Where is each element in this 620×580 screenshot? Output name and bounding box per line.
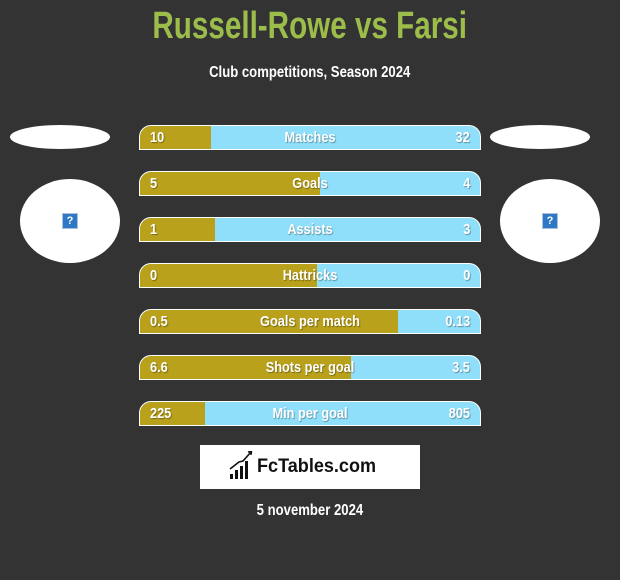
left-value: 1	[150, 221, 158, 238]
left-value: 225	[150, 405, 172, 422]
stat-label: Matches	[284, 129, 336, 146]
title-text: Russell-Rowe vs Farsi	[152, 5, 468, 47]
right-value: 32	[455, 129, 470, 146]
right-player-photo: ?	[500, 179, 600, 263]
stat-row-goals-per-match: 0.5 Goals per match 0.13	[139, 309, 481, 334]
bar-chart-growth-icon	[229, 451, 253, 479]
stat-row-hattricks: 0 Hattricks 0	[139, 263, 481, 288]
left-value: 0.5	[150, 313, 168, 330]
right-value: 4	[462, 175, 470, 192]
left-value: 10	[150, 129, 165, 146]
left-value: 6.6	[150, 359, 168, 376]
left-player-name-badge	[10, 125, 110, 149]
stat-label: Goals	[292, 175, 328, 192]
missing-image-icon: ?	[542, 213, 558, 229]
right-value: 3	[462, 221, 470, 238]
stat-label: Assists	[287, 221, 333, 238]
fctables-logo-link[interactable]: FcTables.com	[200, 445, 420, 489]
left-value: 0	[150, 267, 158, 284]
page-title: Russell-Rowe vs Farsi	[0, 4, 620, 48]
stat-label: Shots per goal	[265, 359, 355, 376]
stat-row-assists: 1 Assists 3	[139, 217, 481, 242]
stat-row-matches: 10 Matches 32	[139, 125, 481, 150]
stat-row-goals: 5 Goals 4	[139, 171, 481, 196]
right-value: 3.5	[452, 359, 470, 376]
stat-label: Hattricks	[282, 267, 338, 284]
right-value: 0.13	[445, 313, 470, 330]
right-value: 805	[448, 405, 470, 422]
report-date: 5 november 2024	[0, 501, 620, 521]
competition-subtitle: Club competitions, Season 2024	[0, 63, 620, 83]
stat-row-min-per-goal: 225 Min per goal 805	[139, 401, 481, 426]
stat-label: Goals per match	[260, 313, 360, 330]
stat-row-shots-per-goal: 6.6 Shots per goal 3.5	[139, 355, 481, 380]
left-player-photo: ?	[20, 179, 120, 263]
left-value: 5	[150, 175, 158, 192]
right-player-name-badge	[490, 125, 590, 149]
stat-label: Min per goal	[272, 405, 348, 422]
logo-text: FcTables.com	[257, 456, 377, 477]
missing-image-icon: ?	[62, 213, 78, 229]
subtitle-text: Club competitions, Season 2024	[209, 64, 411, 81]
right-value: 0	[462, 267, 470, 284]
date-text: 5 november 2024	[256, 502, 364, 519]
